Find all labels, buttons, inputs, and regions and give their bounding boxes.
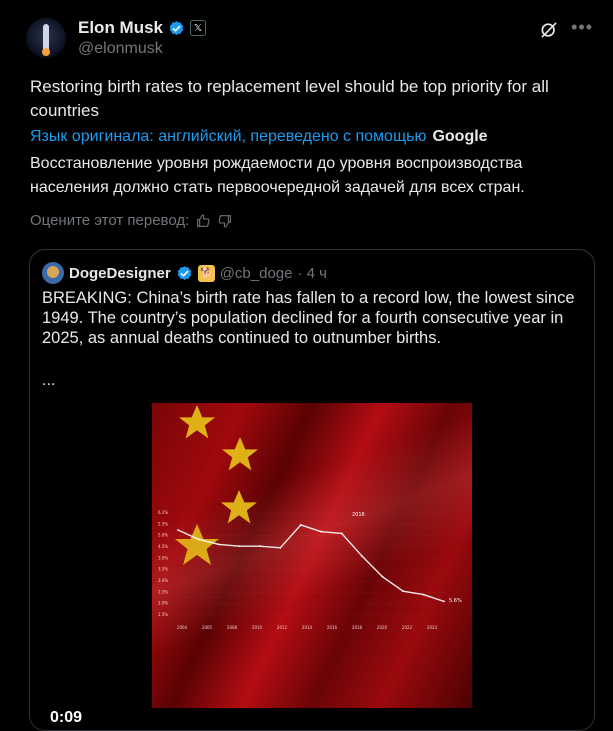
thumbs-down-icon[interactable] xyxy=(217,213,233,229)
translated-text: Восстановление уровня рождаемости до уро… xyxy=(30,155,525,196)
thumbs-up-icon[interactable] xyxy=(195,213,211,229)
chart-y-tick-label: 5.0% xyxy=(158,533,168,538)
chart-point xyxy=(340,532,343,535)
chart-y-tick-label: 2.0% xyxy=(158,601,168,606)
chart-point xyxy=(238,545,241,548)
flag-stars xyxy=(175,405,258,565)
chart-end-label: 5.6% xyxy=(449,598,462,604)
chart-y-tick-label: 3.5% xyxy=(158,567,168,572)
flag-star xyxy=(222,437,258,471)
chart-point xyxy=(422,593,425,596)
author-handle[interactable]: @elonmusk xyxy=(78,40,163,58)
chart-y-tick-label: 5.5% xyxy=(158,521,168,526)
chart-x-tick-label: 2024 xyxy=(427,625,438,630)
chart-x-tick-label: 2004 xyxy=(177,625,188,630)
translation-note-text[interactable]: Язык оригинала: английский, переведено с… xyxy=(30,127,426,147)
chart-y-tick-label: 3.0% xyxy=(158,578,168,583)
rate-label: Оцените этот перевод: xyxy=(30,212,190,229)
chart-point xyxy=(361,555,364,558)
chart-point xyxy=(177,529,179,531)
quote-author-name[interactable]: DogeDesigner xyxy=(69,265,171,282)
avatar[interactable] xyxy=(26,18,66,58)
chart-x-tick-label: 2012 xyxy=(277,625,288,630)
chart-annotation: 2016 xyxy=(352,512,365,518)
flag-star-large xyxy=(175,524,219,565)
quote-text: BREAKING: China’s birth rate has fallen … xyxy=(42,289,575,347)
quote-avatar[interactable] xyxy=(42,262,64,284)
more-options-icon[interactable]: ••• xyxy=(571,17,593,38)
author-name-row: Elon Musk 𝕏 xyxy=(78,18,207,38)
quoted-post[interactable]: DogeDesigner 🐕 @cb_doge · 4 ч BREAKING: … xyxy=(29,249,595,731)
translation-note[interactable]: Язык оригинала: английский, переведено с… xyxy=(30,127,488,147)
chart-y-tick-label: 1.5% xyxy=(158,612,168,617)
doge-badge-icon: 🐕 xyxy=(197,264,215,282)
rate-translation: Оцените этот перевод: xyxy=(30,212,233,229)
quote-ellipsis: ... xyxy=(42,372,56,389)
post-header: Elon Musk 𝕏 @elonmusk ••• xyxy=(16,14,597,62)
author-name[interactable]: Elon Musk xyxy=(78,18,163,38)
birth-rate-chart: 6.2% 5.5% 5.0% 4.5% 3.0% 3.5% 3.0% 2.5% 2.0% 1.5%… xyxy=(158,405,462,630)
chart-x-tick-label: 2020 xyxy=(377,625,388,630)
flame-icon xyxy=(42,48,50,56)
grok-icon[interactable] xyxy=(539,20,559,40)
flag-star xyxy=(179,405,215,439)
chart-x-tick-label: 2005 xyxy=(202,625,213,630)
chart-point xyxy=(218,543,220,546)
chart-x-tick-label: 2014 xyxy=(302,625,313,630)
verified-icon xyxy=(177,265,192,280)
chart-y-tick-label: 2.5% xyxy=(158,589,168,594)
chart-point xyxy=(279,546,282,549)
x-affiliate-icon: 𝕏 xyxy=(190,20,207,36)
chart-x-tick-label: 2010 xyxy=(252,625,263,630)
verified-icon xyxy=(169,20,184,35)
chart-y-tick-label: 4.5% xyxy=(158,544,168,549)
google-logo: Google xyxy=(432,128,488,145)
chart-point xyxy=(258,545,261,548)
flag-star xyxy=(221,490,257,524)
chart-point xyxy=(320,530,323,533)
quote-handle[interactable]: @cb_doge xyxy=(220,265,293,282)
chart-point xyxy=(197,538,200,541)
chart-series-line xyxy=(177,524,445,603)
chart-x-tick-label: 2008 xyxy=(227,625,238,630)
chart-x-tick-label: 2018 xyxy=(352,625,363,630)
chart-x-tick-label: 2022 xyxy=(402,625,413,630)
chart-point xyxy=(443,600,445,603)
chart-point xyxy=(381,575,384,578)
post-text: Restoring birth rates to replacement lev… xyxy=(30,77,549,120)
video-player[interactable]: 6.2% 5.5% 5.0% 4.5% 3.0% 3.5% 3.0% 2.5% 2.0% 1.5%… xyxy=(30,395,594,730)
chart-point xyxy=(402,590,404,593)
quote-time[interactable]: · 4 ч xyxy=(297,265,327,282)
chart-point xyxy=(299,524,302,526)
video-frame[interactable]: 6.2% 5.5% 5.0% 4.5% 3.0% 3.5% 3.0% 2.5% 2.0% 1.5%… xyxy=(152,403,472,708)
chart-y-tick-label: 6.2% xyxy=(158,510,168,515)
chart-y-tick-label: 3.0% xyxy=(158,555,168,560)
quote-header: DogeDesigner 🐕 @cb_doge · 4 ч xyxy=(42,262,327,284)
chart-x-tick-label: 2016 xyxy=(327,625,338,630)
